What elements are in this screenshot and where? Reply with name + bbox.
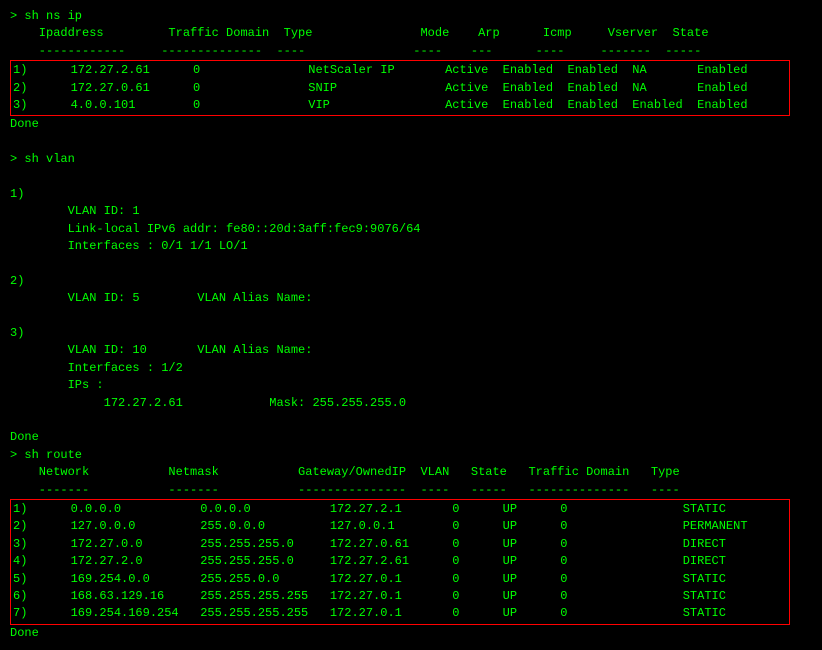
sh-ns-ip-section: > sh ns ip Ipaddress Traffic Domain Type…	[10, 8, 812, 134]
prompt-2: > sh vlan	[10, 151, 812, 168]
route-row-6: 6) 168.63.129.16 255.255.255.255 172.27.…	[13, 588, 787, 605]
vlan-3-id: VLAN ID: 10 VLAN Alias Name:	[10, 342, 812, 359]
ns-ip-row-2: 2) 172.27.0.61 0 SNIP Active Enabled Ena…	[13, 80, 787, 97]
ns-ip-done: Done	[10, 116, 812, 133]
vlan-done: Done	[10, 429, 812, 446]
vlan-3-ip: 172.27.2.61 Mask: 255.255.255.0	[10, 395, 812, 412]
ns-ip-separator: ------------ -------------- ---- ---- --…	[10, 43, 812, 60]
vlan-3-ifaces: Interfaces : 1/2	[10, 360, 812, 377]
terminal: > sh ns ip Ipaddress Traffic Domain Type…	[10, 8, 812, 642]
route-row-2: 2) 127.0.0.0 255.0.0.0 127.0.0.1 0 UP 0 …	[13, 518, 787, 535]
route-row-3: 3) 172.27.0.0 255.255.255.0 172.27.0.61 …	[13, 536, 787, 553]
sh-route-section: > sh route Network Netmask Gateway/Owned…	[10, 447, 812, 642]
route-row-5: 5) 169.254.0.0 255.255.0.0 172.27.0.1 0 …	[13, 571, 787, 588]
prompt-3: > sh route	[10, 447, 812, 464]
ns-ip-row-1: 1) 172.27.2.61 0 NetScaler IP Active Ena…	[13, 62, 787, 79]
vlan-2-id: VLAN ID: 5 VLAN Alias Name:	[10, 290, 812, 307]
vlan-1-ifaces: Interfaces : 0/1 1/1 LO/1	[10, 238, 812, 255]
sh-vlan-section: > sh vlan 1) VLAN ID: 1 Link-local IPv6 …	[10, 151, 812, 447]
route-separator: ------- ------- --------------- ---- ---…	[10, 482, 812, 499]
vlan-2-num: 2)	[10, 273, 812, 290]
vlan-3-num: 3)	[10, 325, 812, 342]
route-row-7: 7) 169.254.169.254 255.255.255.255 172.2…	[13, 605, 787, 622]
route-row-4: 4) 172.27.2.0 255.255.255.0 172.27.2.61 …	[13, 553, 787, 570]
route-headers: Network Netmask Gateway/OwnedIP VLAN Sta…	[10, 464, 812, 481]
vlan-3-ips: IPs :	[10, 377, 812, 394]
ns-ip-row-3: 3) 4.0.0.101 0 VIP Active Enabled Enable…	[13, 97, 787, 114]
prompt-1: > sh ns ip	[10, 8, 812, 25]
route-done: Done	[10, 625, 812, 642]
vlan-1-ipv6: Link-local IPv6 addr: fe80::20d:3aff:fec…	[10, 221, 812, 238]
vlan-1-num: 1)	[10, 186, 812, 203]
ns-ip-headers: Ipaddress Traffic Domain Type Mode Arp I…	[10, 25, 812, 42]
vlan-1-id: VLAN ID: 1	[10, 203, 812, 220]
